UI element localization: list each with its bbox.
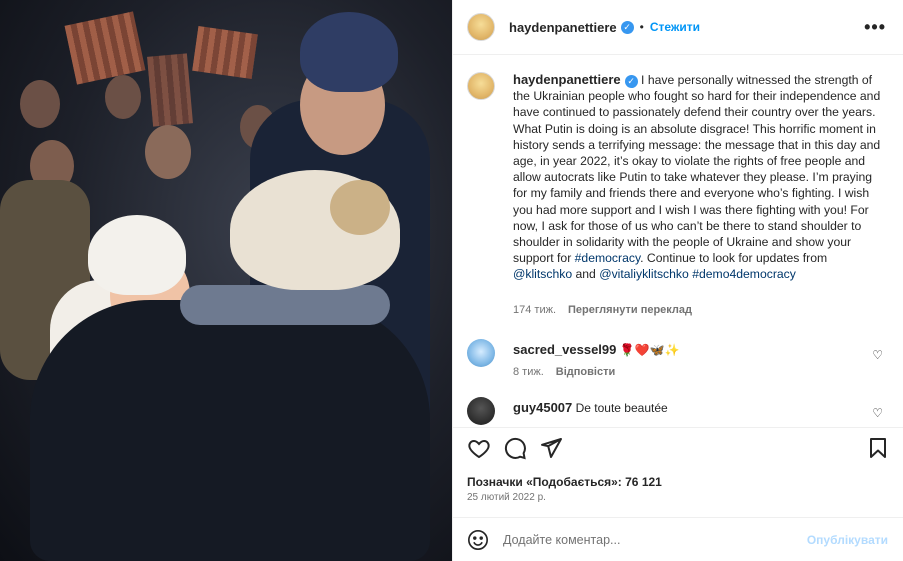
translate-button[interactable]: Переглянути переклад <box>568 304 692 316</box>
author-avatar[interactable] <box>467 13 495 41</box>
hashtag-link[interactable]: #democracy <box>575 251 640 265</box>
comment-text: De toute beautée <box>575 401 668 415</box>
caption-age[interactable]: 174 тиж. <box>513 304 556 316</box>
action-icons <box>467 436 563 463</box>
comment-username[interactable]: sacred_vessel99 <box>513 342 616 357</box>
mention-link[interactable]: @vitaliyklitschko <box>599 267 689 281</box>
comment-icon[interactable] <box>503 436 527 463</box>
post-details-panel: haydenpanettiere ✓ • Стежити ••• haydenp… <box>452 0 903 561</box>
share-icon[interactable] <box>539 436 563 463</box>
reply-button[interactable]: Відповісти <box>556 366 615 378</box>
caption-author-avatar[interactable] <box>467 72 495 100</box>
comment-username[interactable]: guy45007 <box>513 400 572 415</box>
verified-badge-icon: ✓ <box>620 20 634 34</box>
commenter-avatar[interactable] <box>467 339 495 367</box>
comment-age[interactable]: 8 тиж. <box>513 366 544 378</box>
caption-body: I have personally witnessed the strength… <box>513 73 881 266</box>
comment-text: 🌹❤️🦋✨ <box>619 343 680 357</box>
comments-scroll-area[interactable]: haydenpanettiere ✓ I have personally witn… <box>453 56 903 426</box>
mention-link[interactable]: @klitschko <box>513 267 572 281</box>
comment-composer: Опублікувати <box>453 517 903 561</box>
bookmark-icon[interactable] <box>866 436 890 463</box>
comment-like-heart-icon[interactable]: ♡ <box>872 406 883 420</box>
comment-body: guy45007 De toute beautée <box>513 400 873 415</box>
publish-button[interactable]: Опублікувати <box>807 533 888 547</box>
comment-meta: 8 тиж. Відповісти <box>513 366 615 378</box>
hashtag-link[interactable]: #demo4democracy <box>692 267 796 281</box>
comment-like-heart-icon[interactable]: ♡ <box>872 348 883 362</box>
commenter-avatar[interactable] <box>467 397 495 425</box>
separator-dot: • <box>639 20 644 34</box>
post-date[interactable]: 25 лютий 2022 р. <box>467 492 546 503</box>
post-actions: Позначки «Подобається»: 76 121 25 лютий … <box>453 427 903 517</box>
post-header: haydenpanettiere ✓ • Стежити ••• <box>453 0 903 55</box>
caption-body: and <box>572 267 600 282</box>
likes-count[interactable]: Позначки «Подобається»: 76 121 <box>467 475 662 489</box>
heart-icon[interactable] <box>467 436 491 463</box>
caption-body: . Continue to look for updates from <box>640 251 828 266</box>
comment-input[interactable] <box>503 528 803 552</box>
emoji-icon[interactable] <box>467 529 489 551</box>
caption-meta: 174 тиж. Переглянути переклад <box>513 304 692 316</box>
post-photo[interactable] <box>0 0 452 561</box>
caption-text: haydenpanettiere ✓ I have personally witn… <box>513 72 885 283</box>
author-username[interactable]: haydenpanettiere <box>509 20 617 35</box>
more-options-icon[interactable]: ••• <box>864 17 886 38</box>
follow-button[interactable]: Стежити <box>650 20 700 34</box>
comment-body: sacred_vessel99 🌹❤️🦋✨ <box>513 342 873 357</box>
caption-username[interactable]: haydenpanettiere <box>513 72 621 87</box>
verified-badge-icon: ✓ <box>624 75 638 88</box>
